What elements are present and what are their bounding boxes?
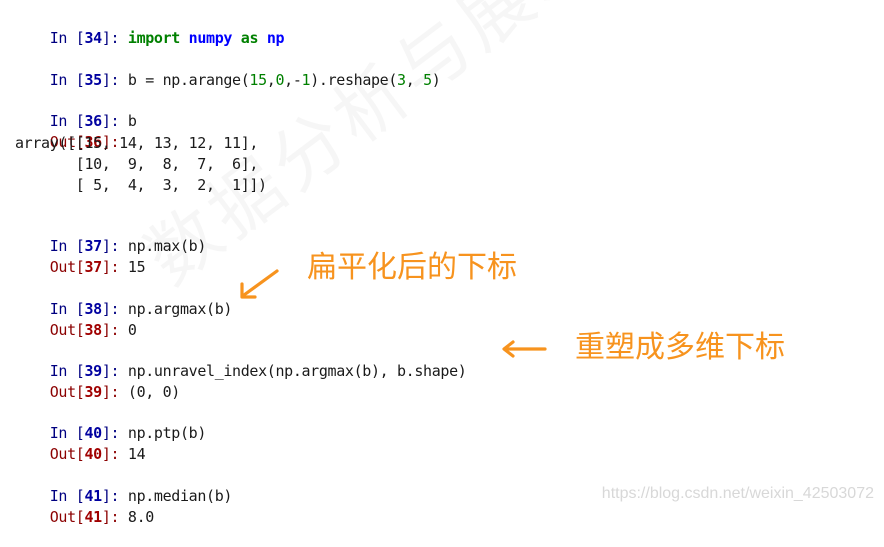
output-value: 15 bbox=[127, 258, 146, 276]
out-prompt: Out[37]: bbox=[49, 258, 128, 276]
in-prompt: In [35]: bbox=[49, 71, 128, 89]
code-alias-np: np bbox=[266, 29, 285, 47]
out-prompt: Out[38]: bbox=[49, 321, 128, 339]
arrow-left-icon bbox=[502, 340, 547, 358]
annotation-flattened-index: 扁平化后的下标 bbox=[307, 250, 517, 285]
watermark-url: https://blog.csdn.net/weixin_42503072 bbox=[601, 485, 874, 502]
output-array-row-3: [ 5, 4, 3, 2, 1]]) bbox=[15, 176, 267, 194]
output-value: 0 bbox=[127, 321, 137, 339]
code-keyword-as: as bbox=[240, 29, 259, 47]
in-prompt: In [34]: bbox=[49, 29, 128, 47]
code-keyword-import: import bbox=[127, 29, 180, 47]
arrow-down-left-icon bbox=[240, 269, 279, 299]
annotation-reshaped-index: 重塑成多维下标 bbox=[575, 330, 785, 365]
out-prompt: Out[39]: bbox=[49, 383, 128, 401]
output-value: 14 bbox=[127, 445, 146, 463]
output-value: (0, 0) bbox=[127, 383, 180, 401]
output-array-row-2: [10, 9, 8, 7, 6], bbox=[15, 155, 259, 173]
output-line-41: Out[41]: 8.0 bbox=[15, 487, 155, 547]
code-module-numpy: numpy bbox=[188, 29, 233, 47]
output-array-row-1: array([[15, 14, 13, 12, 11], bbox=[15, 134, 259, 152]
out-prompt: Out[40]: bbox=[49, 445, 128, 463]
